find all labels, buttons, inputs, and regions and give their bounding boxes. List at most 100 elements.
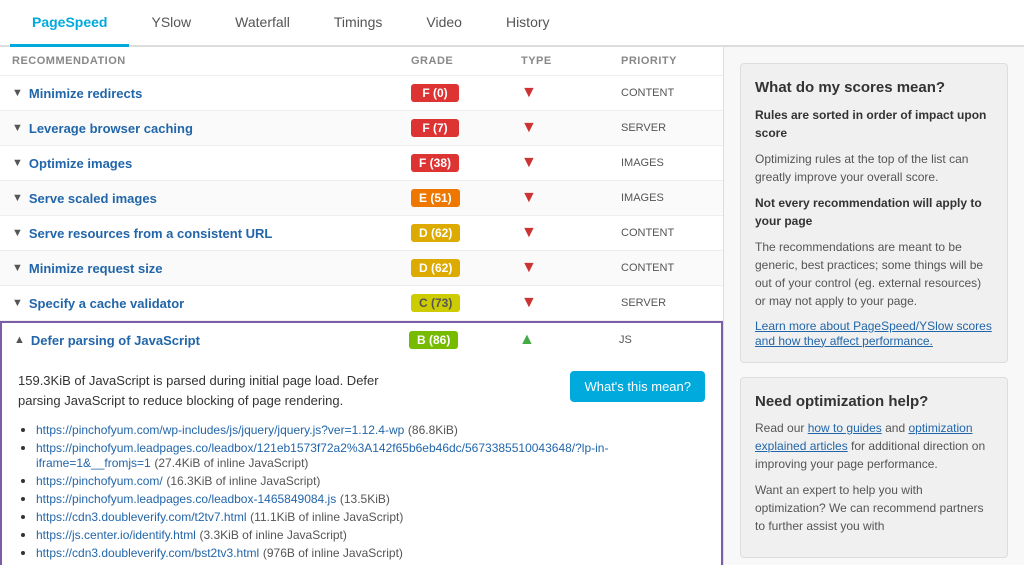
type-arrow: ▼ bbox=[521, 119, 621, 137]
left-panel: RECOMMENDATION GRADE TYPE PRIORITY ▼ Min… bbox=[0, 47, 724, 565]
main-content: RECOMMENDATION GRADE TYPE PRIORITY ▼ Min… bbox=[0, 47, 1024, 565]
link-item[interactable]: https://pinchofyum.com/ bbox=[36, 474, 163, 488]
expand-arrow[interactable]: ▲ bbox=[14, 334, 25, 346]
table-row: ▼ Leverage browser caching F (7) ▼ SERVE… bbox=[0, 111, 723, 146]
link-size: (11.1KiB of inline JavaScript) bbox=[250, 510, 403, 524]
type-cell: IMAGES bbox=[621, 192, 711, 204]
link-size: (86.8KiB) bbox=[408, 423, 458, 437]
optimization-text2: Want an expert to help you with optimiza… bbox=[755, 481, 993, 535]
list-item: https://cdn3.doubleverify.com/t2tv7.html… bbox=[36, 509, 705, 524]
link-size: (3.3KiB of inline JavaScript) bbox=[199, 528, 346, 542]
type-cell: CONTENT bbox=[621, 87, 711, 99]
row-name[interactable]: ▼ Leverage browser caching bbox=[12, 121, 411, 136]
grade-badge: C (73) bbox=[411, 294, 460, 312]
link-item[interactable]: https://cdn3.doubleverify.com/t2tv7.html bbox=[36, 510, 247, 524]
table-row: ▼ Optimize images F (38) ▼ IMAGES bbox=[0, 146, 723, 181]
grade-cell: D (62) bbox=[411, 224, 521, 242]
grade-cell: F (7) bbox=[411, 119, 521, 137]
grade-cell: F (38) bbox=[411, 154, 521, 172]
tab-timings[interactable]: Timings bbox=[312, 0, 405, 47]
collapse-arrow[interactable]: ▼ bbox=[12, 262, 23, 274]
col-grade: GRADE bbox=[411, 55, 521, 67]
row-name[interactable]: ▼ Minimize redirects bbox=[12, 86, 411, 101]
expanded-row-header: ▲ Defer parsing of JavaScript B (86) ▲ J… bbox=[0, 321, 723, 357]
row-name[interactable]: ▼ Optimize images bbox=[12, 156, 411, 171]
grade-cell: F (0) bbox=[411, 84, 521, 102]
grade-cell: D (62) bbox=[411, 259, 521, 277]
link-item[interactable]: https://pinchofyum.com/wp-includes/js/jq… bbox=[36, 423, 404, 437]
collapse-arrow[interactable]: ▼ bbox=[12, 297, 23, 309]
expanded-desc-text: 159.3KiB of JavaScript is parsed during … bbox=[18, 371, 398, 410]
scores-text2: The recommendations are meant to be gene… bbox=[755, 238, 993, 310]
tab-history[interactable]: History bbox=[484, 0, 572, 47]
link-item[interactable]: https://js.center.io/identify.html bbox=[36, 528, 196, 542]
link-item[interactable]: https://pinchofyum.leadpages.co/leadbox/… bbox=[36, 441, 608, 470]
type-cell: SERVER bbox=[621, 297, 711, 309]
row-name[interactable]: ▼ Minimize request size bbox=[12, 261, 411, 276]
scores-link[interactable]: Learn more about PageSpeed/YSlow scores … bbox=[755, 319, 992, 348]
type-arrow: ▼ bbox=[521, 294, 621, 312]
optimization-text1: Read our how to guides and optimization … bbox=[755, 419, 993, 473]
link-item[interactable]: https://cdn3.doubleverify.com/bst2tv3.ht… bbox=[36, 546, 259, 560]
tabs-bar: PageSpeed YSlow Waterfall Timings Video … bbox=[0, 0, 1024, 47]
optimization-title: Need optimization help? bbox=[755, 392, 993, 412]
type-arrow: ▼ bbox=[521, 84, 621, 102]
expanded-type-arrow: ▲ bbox=[519, 331, 619, 349]
grade-cell: E (51) bbox=[411, 189, 521, 207]
tab-pagespeed[interactable]: PageSpeed bbox=[10, 0, 129, 47]
grade-badge: E (51) bbox=[411, 189, 460, 207]
row-name[interactable]: ▼ Serve scaled images bbox=[12, 191, 411, 206]
type-arrow: ▼ bbox=[521, 189, 621, 207]
type-arrow: ▼ bbox=[521, 154, 621, 172]
expanded-links-list: https://pinchofyum.com/wp-includes/js/jq… bbox=[18, 422, 705, 560]
row-name[interactable]: ▼ Serve resources from a consistent URL bbox=[12, 226, 411, 241]
optimization-info-box: Need optimization help? Read our how to … bbox=[740, 377, 1008, 559]
table-row: ▼ Serve resources from a consistent URL … bbox=[0, 216, 723, 251]
collapse-arrow[interactable]: ▼ bbox=[12, 87, 23, 99]
type-arrow: ▼ bbox=[521, 224, 621, 242]
scores-bold1: Rules are sorted in order of impact upon… bbox=[755, 106, 993, 142]
tab-yslow[interactable]: YSlow bbox=[129, 0, 213, 47]
collapse-arrow[interactable]: ▼ bbox=[12, 192, 23, 204]
tab-waterfall[interactable]: Waterfall bbox=[213, 0, 312, 47]
row-name[interactable]: ▼ Specify a cache validator bbox=[12, 296, 411, 311]
col-recommendation: RECOMMENDATION bbox=[12, 55, 411, 67]
link-item[interactable]: https://pinchofyum.leadpages.co/leadbox-… bbox=[36, 492, 336, 506]
table-row: ▼ Serve scaled images E (51) ▼ IMAGES bbox=[0, 181, 723, 216]
list-item: https://js.center.io/identify.html (3.3K… bbox=[36, 527, 705, 542]
collapse-arrow[interactable]: ▼ bbox=[12, 122, 23, 134]
list-item: https://pinchofyum.leadpages.co/leadbox/… bbox=[36, 440, 705, 470]
type-cell: SERVER bbox=[621, 122, 711, 134]
grade-badge: F (0) bbox=[411, 84, 459, 102]
scores-title: What do my scores mean? bbox=[755, 78, 993, 98]
expanded-grade-badge: B (86) bbox=[409, 331, 458, 349]
type-cell: CONTENT bbox=[621, 227, 711, 239]
col-priority: PRIORITY bbox=[621, 55, 711, 67]
link-size: (16.3KiB of inline JavaScript) bbox=[166, 474, 320, 488]
whats-this-button[interactable]: What's this mean? bbox=[570, 371, 705, 402]
grade-badge: D (62) bbox=[411, 259, 460, 277]
scores-text1: Optimizing rules at the top of the list … bbox=[755, 150, 993, 186]
list-item: https://pinchofyum.com/wp-includes/js/jq… bbox=[36, 422, 705, 437]
list-item: https://pinchofyum.leadpages.co/leadbox-… bbox=[36, 491, 705, 506]
link-size: (27.4KiB of inline JavaScript) bbox=[154, 456, 308, 470]
how-to-link[interactable]: how to guides bbox=[808, 421, 882, 435]
type-cell: IMAGES bbox=[621, 157, 711, 169]
type-arrow: ▼ bbox=[521, 259, 621, 277]
link-size: (976B of inline JavaScript) bbox=[263, 546, 403, 560]
table-row: ▼ Specify a cache validator C (73) ▼ SER… bbox=[0, 286, 723, 321]
expanded-row-name[interactable]: ▲ Defer parsing of JavaScript bbox=[14, 333, 409, 348]
link-size: (13.5KiB) bbox=[340, 492, 390, 506]
list-item: https://cdn3.doubleverify.com/bst2tv3.ht… bbox=[36, 545, 705, 560]
table-header: RECOMMENDATION GRADE TYPE PRIORITY bbox=[0, 47, 723, 76]
expanded-grade-cell: B (86) bbox=[409, 331, 519, 349]
collapse-arrow[interactable]: ▼ bbox=[12, 157, 23, 169]
expanded-content: 159.3KiB of JavaScript is parsed during … bbox=[0, 357, 723, 565]
collapse-arrow[interactable]: ▼ bbox=[12, 227, 23, 239]
expanded-description: 159.3KiB of JavaScript is parsed during … bbox=[18, 371, 705, 410]
scores-bold2: Not every recommendation will apply to y… bbox=[755, 194, 993, 230]
expanded-type-cell: JS bbox=[619, 334, 709, 346]
right-panel: What do my scores mean? Rules are sorted… bbox=[724, 47, 1024, 565]
list-item: https://pinchofyum.com/ (16.3KiB of inli… bbox=[36, 473, 705, 488]
tab-video[interactable]: Video bbox=[404, 0, 484, 47]
